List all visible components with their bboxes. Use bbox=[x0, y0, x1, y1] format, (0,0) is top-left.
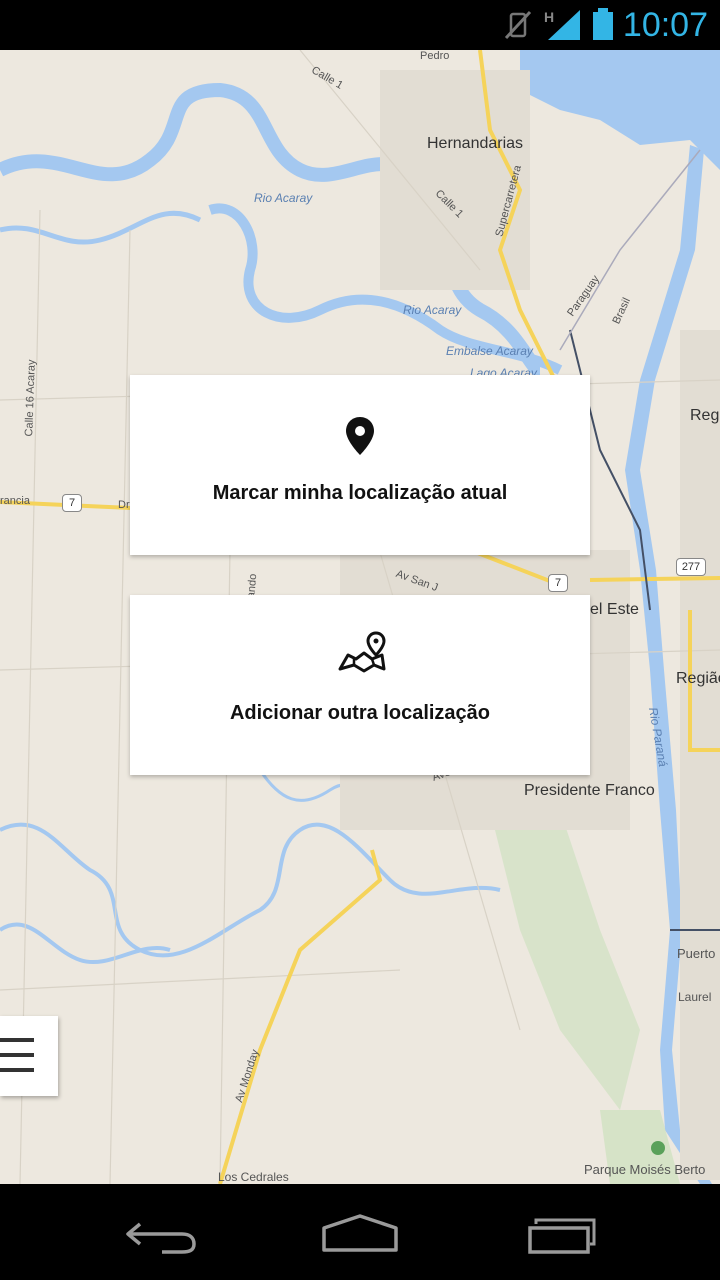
route-shield: 7 bbox=[62, 494, 82, 512]
svg-text:H: H bbox=[544, 9, 554, 25]
water-label: Embalse Acaray bbox=[446, 344, 533, 358]
road-label: rancia bbox=[0, 495, 30, 507]
road-label: Dr bbox=[118, 499, 130, 511]
recent-apps-icon[interactable] bbox=[500, 1202, 620, 1262]
place-label: Los Cedrales bbox=[218, 1170, 289, 1184]
menu-button[interactable] bbox=[0, 1016, 58, 1096]
route-shield: 277 bbox=[676, 558, 706, 576]
folded-map-pin-icon bbox=[336, 631, 386, 679]
route-shield: 7 bbox=[548, 574, 568, 592]
place-label: Regiã bbox=[690, 407, 720, 424]
mark-current-location-label: Marcar minha localização atual bbox=[212, 482, 508, 504]
back-icon[interactable] bbox=[100, 1202, 220, 1262]
place-label: Região bbox=[676, 670, 720, 687]
place-label: Presidente Franco bbox=[524, 782, 655, 799]
water-label: Rio Acaray bbox=[254, 191, 313, 205]
add-other-location-label: Adicionar outra localização bbox=[229, 702, 491, 724]
status-bar: H 10:07 bbox=[0, 0, 720, 50]
vibrate-icon bbox=[502, 8, 534, 47]
water-label: Rio Acaray bbox=[403, 303, 462, 317]
mark-current-location-button[interactable]: Marcar minha localização atual bbox=[130, 375, 590, 555]
place-label: el Este bbox=[590, 601, 639, 618]
clock: 10:07 bbox=[622, 6, 708, 44]
map-pin-icon bbox=[336, 413, 384, 461]
road-label: Pedro bbox=[420, 50, 450, 62]
signal-h-icon: H bbox=[544, 8, 584, 47]
place-label: Hernandarias bbox=[427, 135, 524, 152]
place-label: Parque Moisés Berto bbox=[584, 1162, 706, 1177]
map-view[interactable]: Hernandarias Presidente Franco el Este R… bbox=[0, 50, 720, 1184]
add-other-location-button[interactable]: Adicionar outra localização bbox=[130, 595, 590, 775]
home-icon[interactable] bbox=[300, 1202, 420, 1262]
place-label: Puerto bbox=[677, 946, 716, 961]
navigation-bar bbox=[0, 1184, 720, 1280]
place-label: Laurel bbox=[678, 990, 712, 1004]
battery-icon bbox=[592, 8, 614, 47]
